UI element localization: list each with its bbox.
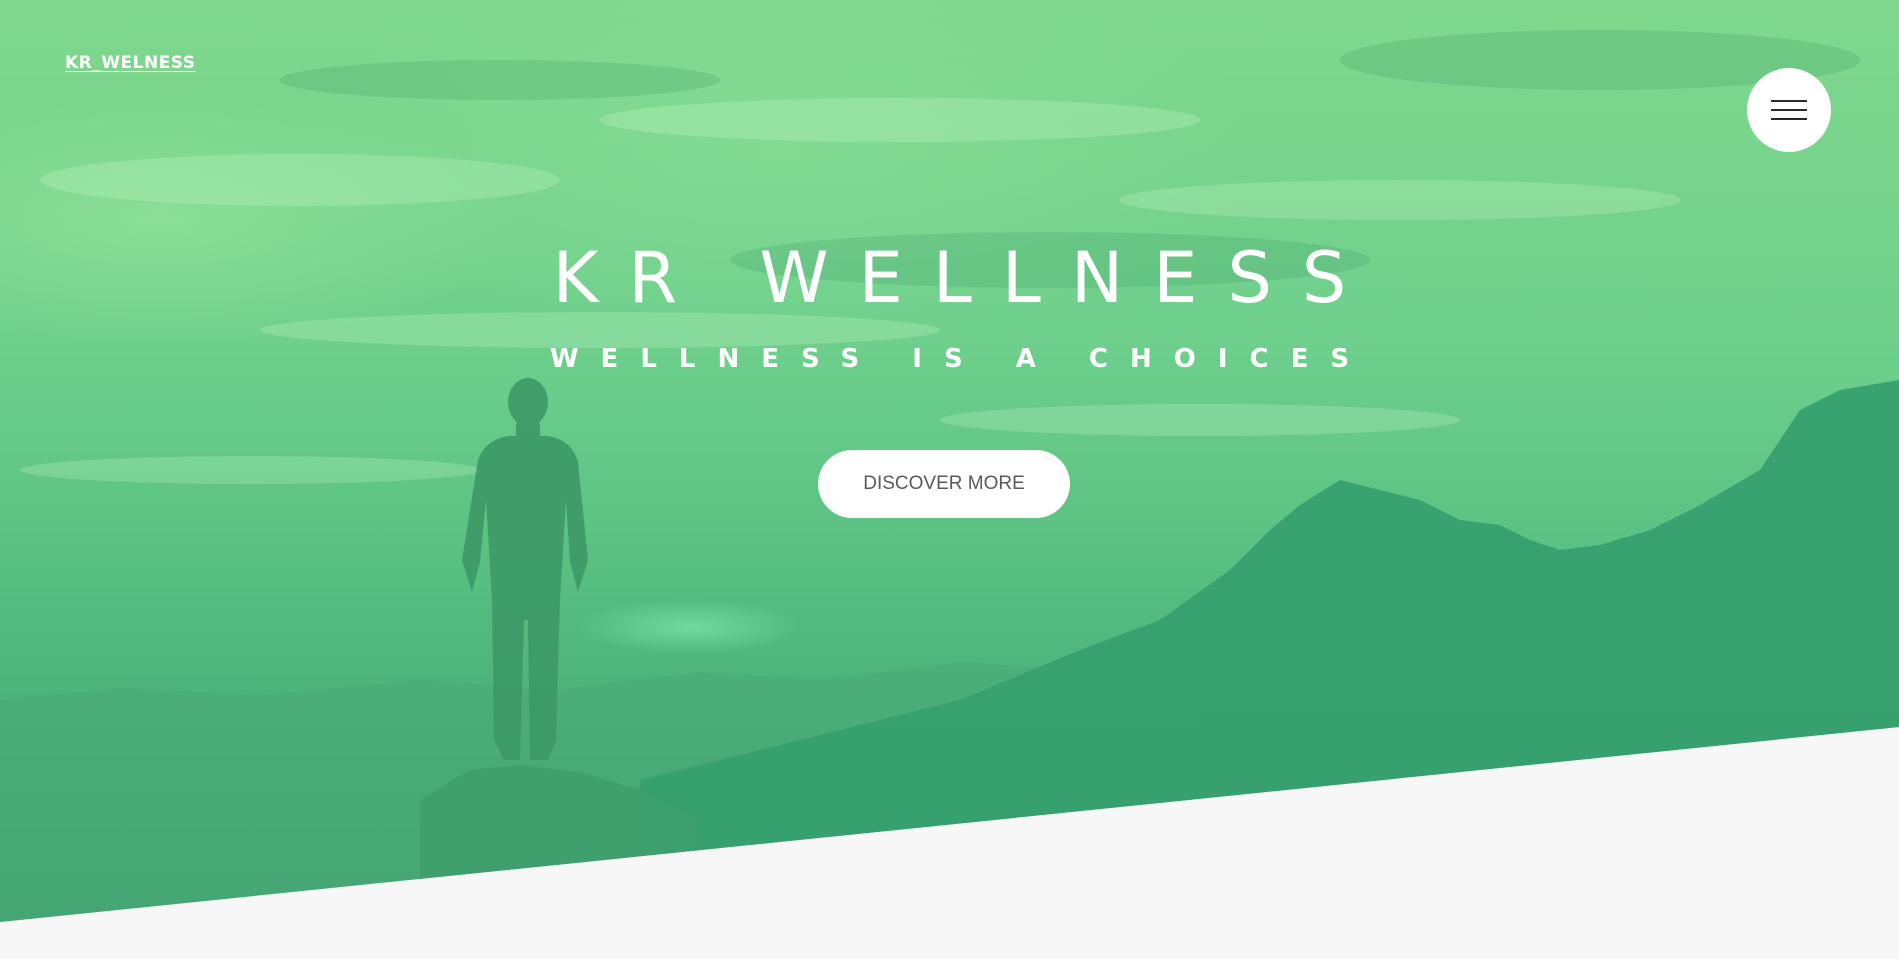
hero-title: KR WELLNESS (552, 237, 1377, 319)
menu-button[interactable] (1747, 68, 1831, 152)
site-logo-link[interactable]: KR_WELNESS (65, 53, 196, 73)
hero-section: KR_WELNESS KR WELLNESS WELLNESS IS A CHO… (0, 0, 1899, 959)
content-section-top (0, 922, 1899, 959)
hero-subtitle: WELLNESS IS A CHOICES (549, 344, 1372, 374)
hamburger-menu-icon (1771, 100, 1807, 102)
hamburger-menu-icon-bar (1771, 118, 1807, 120)
discover-more-button[interactable]: DISCOVER MORE (818, 450, 1070, 518)
hamburger-menu-icon-bar (1771, 109, 1807, 111)
